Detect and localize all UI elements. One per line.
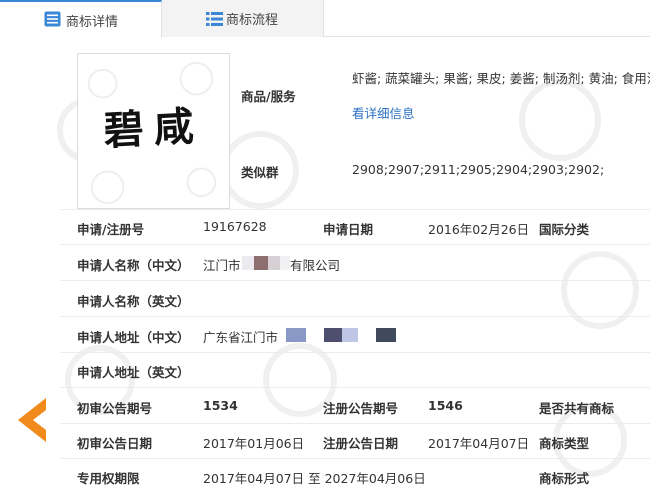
trademark-image: 碧咸 xyxy=(77,53,230,209)
prelim-date-value: 2017年01月06日 xyxy=(203,436,305,451)
divider xyxy=(60,209,650,210)
exclusive-period-value: 2017年04月07日 至 2027年04月06日 xyxy=(203,471,426,486)
address-cn-prefix: 广东省江门市 xyxy=(203,330,279,345)
tm-form-label: 商标形式 xyxy=(539,471,590,486)
divider xyxy=(60,423,650,424)
tab-bar: 商标详情 商标流程 xyxy=(0,0,650,38)
divider xyxy=(60,244,650,245)
tab-label: 商标详情 xyxy=(66,14,119,30)
redacted-block xyxy=(286,328,398,342)
redacted-block xyxy=(242,256,290,270)
divider xyxy=(60,280,650,281)
similar-group-label: 类似群 xyxy=(241,165,279,180)
address-cn-label: 申请人地址（中文） xyxy=(77,330,190,345)
trademark-logo-text: 碧咸 xyxy=(102,102,205,155)
shared-label: 是否共有商标 xyxy=(539,401,615,416)
divider xyxy=(60,387,650,388)
apply-date-value: 2016年02月26日 xyxy=(428,222,530,237)
reg-pub-date-value: 2017年04月07日 xyxy=(428,436,530,451)
view-details-link[interactable]: 看详细信息 xyxy=(352,103,415,122)
applicant-cn-prefix: 江门市 xyxy=(203,258,241,273)
apply-date-label: 申请日期 xyxy=(323,222,374,237)
reg-no-value: 19167628 xyxy=(203,219,267,234)
similar-group-value: 2908;2907;2911;2905;2904;2903;2902; xyxy=(352,162,605,177)
tab-trademark-detail[interactable]: 商标详情 xyxy=(0,0,162,38)
prelim-no-label: 初审公告期号 xyxy=(77,401,153,416)
prelim-no-value: 1534 xyxy=(203,398,238,413)
address-en-label: 申请人地址（英文） xyxy=(77,365,190,380)
divider xyxy=(60,352,650,353)
tab-trademark-process[interactable]: 商标流程 xyxy=(162,0,324,37)
intl-class-label: 国际分类 xyxy=(539,222,590,237)
reg-pub-date-label: 注册公告日期 xyxy=(323,436,399,451)
previous-arrow-icon[interactable] xyxy=(16,396,48,444)
reg-pub-no-label: 注册公告期号 xyxy=(323,401,399,416)
goods-services-label: 商品/服务 xyxy=(241,89,296,104)
applicant-cn-suffix: 有限公司 xyxy=(290,258,341,273)
tab-label: 商标流程 xyxy=(226,13,279,28)
reg-no-label: 申请/注册号 xyxy=(77,222,145,237)
tm-type-label: 商标类型 xyxy=(539,436,590,451)
divider xyxy=(60,316,650,317)
applicant-cn-label: 申请人名称（中文） xyxy=(77,258,190,273)
applicant-en-label: 申请人名称（英文） xyxy=(77,294,190,309)
reg-pub-no-value: 1546 xyxy=(428,398,463,413)
exclusive-period-label: 专用权期限 xyxy=(77,471,140,486)
list-icon xyxy=(206,12,223,26)
divider xyxy=(60,458,650,459)
goods-services-value: 虾酱; 蔬菜罐头; 果酱; 果皮; 姜酱; 制汤剂; 黄油; 食用油 xyxy=(352,71,650,86)
trademark-detail-icon xyxy=(44,11,61,27)
prelim-date-label: 初审公告日期 xyxy=(77,436,153,451)
